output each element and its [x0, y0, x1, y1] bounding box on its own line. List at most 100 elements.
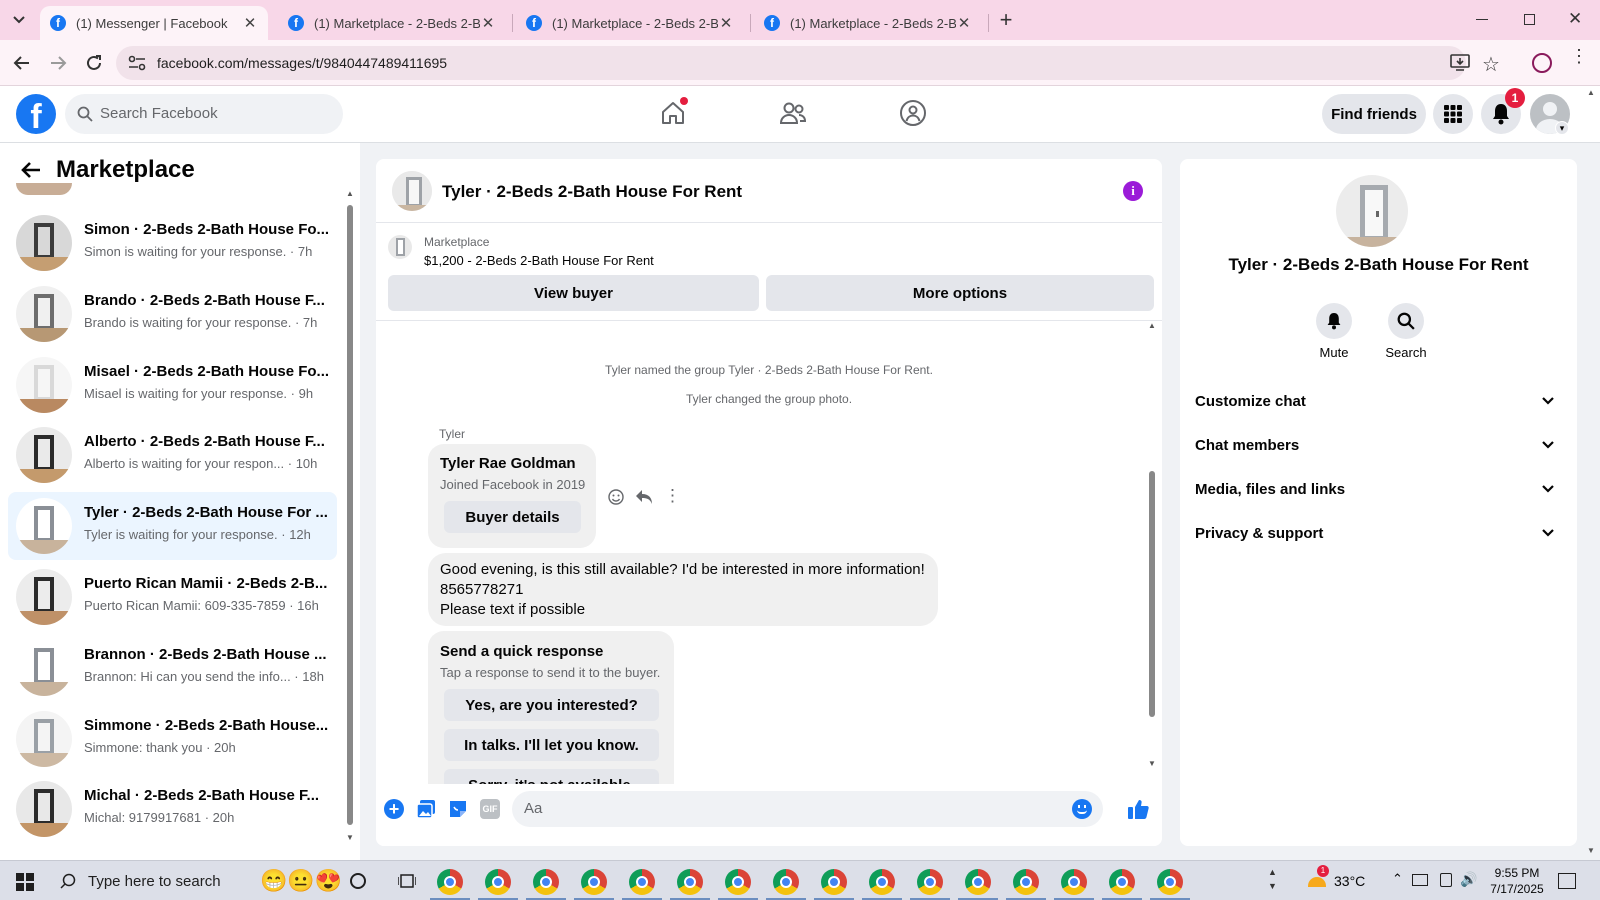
- close-tab-icon[interactable]: ✕: [956, 14, 972, 32]
- network-icon[interactable]: [1412, 874, 1428, 886]
- back-arrow-icon[interactable]: [20, 160, 42, 180]
- customize-chat-section[interactable]: Customize chat: [1192, 381, 1557, 421]
- address-bar[interactable]: facebook.com/messages/t/9840447489411695: [116, 46, 1466, 80]
- conversation-item[interactable]: Puerto Rican Mamii · 2-Beds 2-B... Puerto…: [8, 563, 337, 631]
- conversation-item[interactable]: Misael · 2-Beds 2-Bath House Fo... Misael…: [8, 351, 337, 419]
- facebook-logo-icon[interactable]: f: [16, 94, 56, 134]
- scroll-down-icon[interactable]: ▼: [1587, 846, 1595, 855]
- quick-response-option[interactable]: In talks. I'll let you know.: [444, 729, 659, 761]
- like-thumb-icon[interactable]: [1127, 798, 1149, 820]
- home-nav-icon[interactable]: [660, 97, 688, 126]
- chrome-taskbar-icon[interactable]: [725, 869, 751, 895]
- chrome-taskbar-icon[interactable]: [1157, 869, 1183, 895]
- notification-center-icon[interactable]: [1558, 873, 1576, 889]
- close-tab-icon[interactable]: ✕: [480, 14, 496, 32]
- chat-title[interactable]: Tyler · 2-Beds 2-Bath House For Rent: [442, 182, 742, 202]
- task-view-icon[interactable]: [398, 874, 416, 888]
- taskbar-search-box[interactable]: Type here to search 😁😐😍: [48, 861, 344, 900]
- chrome-taskbar-icon[interactable]: [581, 869, 607, 895]
- find-friends-button[interactable]: Find friends: [1322, 94, 1426, 134]
- forward-icon[interactable]: [48, 53, 68, 73]
- view-buyer-button[interactable]: View buyer: [388, 275, 759, 311]
- conversation-info-icon[interactable]: i: [1123, 181, 1143, 201]
- chrome-taskbar-icon[interactable]: [821, 869, 847, 895]
- conversation-item[interactable]: Simmone · 2-Beds 2-Bath House... Simmone:…: [8, 705, 337, 773]
- conversation-item[interactable]: Brannon · 2-Beds 2-Bath House ... Brannon…: [8, 634, 337, 702]
- chrome-taskbar-icon[interactable]: [629, 869, 655, 895]
- info-avatar[interactable]: [1336, 175, 1408, 247]
- close-tab-icon[interactable]: ✕: [718, 14, 734, 32]
- more-options-button[interactable]: More options: [766, 275, 1154, 311]
- meet-now-icon[interactable]: [1440, 873, 1452, 887]
- browser-tab-messenger[interactable]: f (1) Messenger | Facebook ✕: [40, 6, 268, 40]
- profile-icon[interactable]: [1532, 53, 1552, 73]
- chrome-taskbar-icon[interactable]: [965, 869, 991, 895]
- sticker-icon[interactable]: [448, 799, 468, 819]
- close-window-icon[interactable]: ✕: [1568, 9, 1582, 29]
- search-conversation-button[interactable]: [1388, 303, 1424, 339]
- weather-icon[interactable]: 1: [1306, 865, 1329, 889]
- tray-chevron-icon[interactable]: ⌃: [1392, 871, 1403, 887]
- scroll-down-icon[interactable]: ▼: [1148, 759, 1156, 768]
- windows-start-icon[interactable]: [16, 873, 34, 891]
- emoji-icon[interactable]: [1072, 799, 1092, 819]
- media-files-links-section[interactable]: Media, files and links: [1192, 469, 1557, 509]
- gif-icon[interactable]: GIF: [480, 799, 500, 819]
- privacy-support-section[interactable]: Privacy & support: [1192, 513, 1557, 553]
- chrome-taskbar-icon[interactable]: [1061, 869, 1087, 895]
- chat-avatar[interactable]: [392, 171, 432, 211]
- bookmark-star-icon[interactable]: ☆: [1482, 52, 1500, 77]
- chrome-taskbar-icon[interactable]: [1109, 869, 1135, 895]
- groups-nav-icon[interactable]: [899, 99, 927, 127]
- browser-tab-marketplace-1[interactable]: f (1) Marketplace - 2-Beds 2-Bath ✕: [278, 6, 506, 40]
- tab-search-dropdown-icon[interactable]: [8, 10, 30, 30]
- reply-icon[interactable]: [635, 489, 653, 505]
- chrome-taskbar-icon[interactable]: [437, 869, 463, 895]
- cortana-icon[interactable]: [350, 873, 366, 889]
- sidebar-scrollbar[interactable]: ▲ ▼: [344, 189, 356, 849]
- scroll-up-icon[interactable]: ▲: [1148, 321, 1156, 330]
- back-icon[interactable]: [12, 53, 32, 73]
- chrome-taskbar-icon[interactable]: [773, 869, 799, 895]
- conversation-item[interactable]: Tyler · 2-Beds 2-Bath House For ... Tyler…: [8, 492, 337, 561]
- react-icon[interactable]: [608, 489, 624, 505]
- account-chevron-icon[interactable]: ▾: [1555, 121, 1569, 135]
- scroll-up-icon[interactable]: ▲: [1587, 88, 1595, 97]
- page-scrollbar[interactable]: ▲ ▼: [1586, 88, 1598, 858]
- scrollbar-thumb[interactable]: [347, 205, 353, 825]
- close-tab-icon[interactable]: ✕: [242, 14, 258, 32]
- volume-icon[interactable]: 🔊: [1460, 871, 1477, 888]
- attach-photo-icon[interactable]: [416, 799, 436, 819]
- quick-response-option[interactable]: Yes, are you interested?: [444, 689, 659, 721]
- mute-button[interactable]: [1316, 303, 1352, 339]
- chat-scrollbar[interactable]: ▲ ▼: [1146, 321, 1158, 784]
- message-input[interactable]: Aa: [512, 791, 1103, 827]
- scroll-down-icon[interactable]: ▼: [346, 833, 354, 842]
- reload-icon[interactable]: [84, 53, 104, 73]
- chrome-taskbar-icon[interactable]: [677, 869, 703, 895]
- install-app-icon[interactable]: [1450, 54, 1470, 72]
- conversation-item[interactable]: Michal · 2-Beds 2-Bath House F... Michal:…: [8, 775, 337, 843]
- add-more-icon[interactable]: +: [384, 799, 404, 819]
- menu-grid-button[interactable]: [1433, 94, 1473, 134]
- restore-window-icon[interactable]: [1524, 14, 1535, 25]
- chrome-taskbar-icon[interactable]: [917, 869, 943, 895]
- conversation-item[interactable]: Simon · 2-Beds 2-Bath House Fo... Simon i…: [8, 209, 337, 277]
- browser-tab-marketplace-2[interactable]: f (1) Marketplace - 2-Beds 2-Bath ✕: [516, 6, 744, 40]
- chrome-taskbar-icon[interactable]: [533, 869, 559, 895]
- browser-menu-icon[interactable]: ⋮: [1570, 47, 1588, 65]
- notifications-button[interactable]: 1: [1481, 88, 1525, 134]
- new-tab-icon[interactable]: +: [994, 8, 1018, 32]
- chrome-taskbar-icon[interactable]: [1013, 869, 1039, 895]
- chat-members-section[interactable]: Chat members: [1192, 425, 1557, 465]
- show-hidden-icons[interactable]: ▲ ▼: [1268, 865, 1277, 893]
- scroll-up-icon[interactable]: ▲: [346, 189, 354, 198]
- listing-banner[interactable]: Marketplace $1,200 - 2-Beds 2-Bath House…: [376, 223, 1162, 273]
- conversation-item[interactable]: Brando · 2-Beds 2-Bath House F... Brando …: [8, 280, 337, 348]
- conversation-item[interactable]: Alberto · 2-Beds 2-Bath House F... Albert…: [8, 421, 337, 489]
- scrollbar-thumb[interactable]: [1149, 471, 1155, 717]
- buyer-details-button[interactable]: Buyer details: [444, 501, 581, 533]
- minimize-window-icon[interactable]: [1476, 19, 1488, 20]
- friends-nav-icon[interactable]: [779, 100, 807, 126]
- chrome-taskbar-icon[interactable]: [869, 869, 895, 895]
